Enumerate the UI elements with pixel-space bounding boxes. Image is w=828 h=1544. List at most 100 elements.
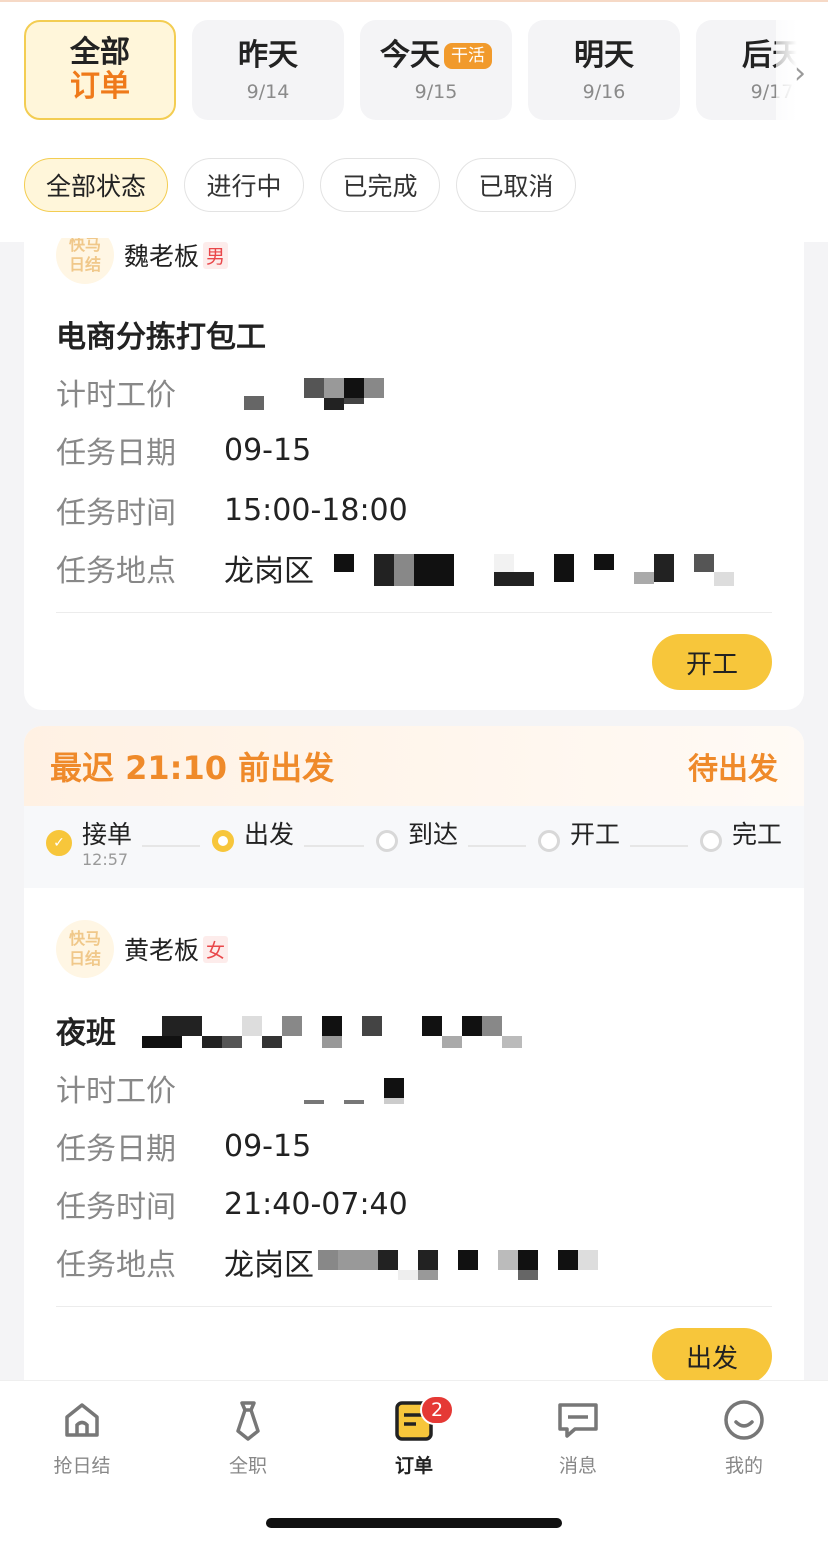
progress-line — [304, 845, 364, 847]
progress-line — [468, 845, 526, 847]
employer-info: 快马 日结 黄老板 女 — [56, 920, 229, 978]
time-label: 任务时间 — [56, 1190, 176, 1225]
step-finish: 完工 — [700, 820, 782, 852]
order-status: 待出发 — [688, 752, 778, 787]
time-value: 15:00-18:00 — [224, 492, 408, 528]
job-title: 电商分拣打包工 — [56, 320, 266, 355]
step-label: 到达 — [408, 820, 459, 849]
order-card[interactable]: 最迟 21:10 前出发 待出发 ✓ 接单 12:57 出发 到达 开工 完工 … — [24, 726, 804, 1406]
filter-in-progress[interactable]: 进行中 — [184, 158, 304, 212]
nav-messages[interactable]: 消息 — [528, 1395, 628, 1478]
chevron-right-icon[interactable]: › — [794, 56, 806, 91]
home-indicator — [266, 1518, 562, 1528]
progress-line — [630, 845, 688, 847]
employer-name: 魏老板 — [124, 242, 200, 271]
nav-grab-daily[interactable]: 抢日结 — [32, 1395, 132, 1478]
time-row: 任务时间 15:00-18:00 — [56, 488, 408, 532]
logo-text: 日结 — [68, 949, 101, 968]
order-card[interactable]: 快马 日结 魏老板 男 电商分拣打包工 计时工价 任务日期 09-15 任务时间… — [24, 238, 804, 710]
nav-profile[interactable]: 我的 — [694, 1395, 794, 1478]
tab-day-date: 9/16 — [582, 81, 626, 103]
job-title: 夜班 — [56, 1008, 540, 1052]
redacted-mosaic — [244, 378, 384, 410]
location-value: 龙岗区 — [224, 1248, 314, 1283]
tab-day-name: 明天 — [574, 38, 634, 73]
logo-text: 快马 — [68, 929, 101, 948]
tab-today[interactable]: 今天 干活 9/15 — [360, 20, 512, 120]
logo-text: 日结 — [68, 255, 101, 274]
nav-label: 抢日结 — [53, 1455, 111, 1477]
nav-full-time[interactable]: 全职 — [198, 1395, 298, 1478]
current-step-icon — [212, 830, 234, 852]
nav-label: 全职 — [228, 1455, 267, 1477]
time-value: 21:40-07:40 — [224, 1186, 408, 1222]
filter-all-status[interactable]: 全部状态 — [24, 158, 168, 212]
pending-step-icon — [538, 830, 560, 852]
step-label: 完工 — [732, 820, 783, 849]
redacted-mosaic — [304, 1078, 404, 1104]
status-filter-bar: 全部状态 进行中 已完成 已取消 — [0, 140, 828, 242]
location-row: 任务地点 龙岗区 — [56, 1240, 618, 1284]
wage-label: 计时工价 — [56, 1074, 176, 1109]
employer-info: 快马 日结 魏老板 男 — [56, 238, 229, 284]
employer-name: 黄老板 — [124, 936, 200, 965]
departure-deadline: 最迟 21:10 前出发 — [50, 749, 335, 787]
redacted-mosaic — [334, 554, 734, 586]
filter-completed[interactable]: 已完成 — [320, 158, 440, 212]
home-icon — [65, 1403, 99, 1437]
pending-step-icon — [700, 830, 722, 852]
location-value: 龙岗区 — [224, 554, 314, 589]
step-label: 接单 — [82, 820, 133, 849]
depart-button[interactable]: 出发 — [652, 1328, 772, 1384]
filter-cancelled[interactable]: 已取消 — [456, 158, 576, 212]
date-label: 任务日期 — [56, 436, 176, 471]
location-row: 任务地点 龙岗区 — [56, 546, 738, 590]
divider — [56, 612, 772, 613]
date-label: 任务日期 — [56, 1132, 176, 1167]
tab-day-date: 9/14 — [246, 81, 290, 103]
nav-label: 我的 — [724, 1455, 763, 1477]
tab-day-name: 昨天 — [238, 38, 298, 73]
date-row: 任务日期 09-15 — [56, 1124, 311, 1168]
start-work-button[interactable]: 开工 — [652, 634, 772, 690]
nav-label: 消息 — [558, 1455, 597, 1477]
redacted-mosaic — [318, 1250, 598, 1280]
date-value: 09-15 — [224, 432, 312, 468]
tab-all-orders[interactable]: 全部 订单 — [24, 20, 176, 120]
wage-label: 计时工价 — [56, 378, 176, 413]
wage-row: 计时工价 — [56, 1066, 428, 1110]
date-value: 09-15 — [224, 1128, 312, 1164]
time-label: 任务时间 — [56, 496, 176, 531]
time-row: 任务时间 21:40-07:40 — [56, 1182, 408, 1226]
top-edge — [0, 0, 828, 2]
departure-banner: 最迟 21:10 前出发 待出发 — [24, 726, 804, 806]
profile-icon — [724, 1400, 764, 1440]
work-badge: 干活 — [444, 43, 492, 69]
orders-count-badge: 2 — [420, 1395, 454, 1425]
check-icon: ✓ — [46, 830, 72, 856]
order-progress: ✓ 接单 12:57 出发 到达 开工 完工 — [24, 806, 804, 888]
step-accept: ✓ 接单 12:57 — [46, 820, 132, 869]
tab-yesterday[interactable]: 昨天 9/14 — [192, 20, 344, 120]
tab-day-name: 今天 — [380, 38, 440, 73]
divider — [56, 1306, 772, 1307]
wage-row: 计时工价 — [56, 370, 388, 414]
step-time: 12:57 — [82, 850, 129, 869]
nav-orders[interactable]: 2 订单 — [364, 1395, 464, 1478]
location-label: 任务地点 — [56, 554, 176, 589]
step-arrive: 到达 — [376, 820, 458, 852]
tab-tomorrow[interactable]: 明天 9/16 — [528, 20, 680, 120]
tab-all-line2: 订单 — [70, 69, 130, 104]
date-row: 任务日期 09-15 — [56, 428, 311, 472]
location-label: 任务地点 — [56, 1248, 176, 1283]
progress-line — [142, 845, 200, 847]
gender-tag: 男 — [203, 241, 229, 269]
tab-day-date: 9/15 — [414, 81, 458, 103]
gender-tag: 女 — [203, 935, 229, 963]
step-label: 出发 — [244, 820, 295, 849]
step-start: 开工 — [538, 820, 620, 852]
tab-all-line1: 全部 — [70, 35, 130, 70]
step-label: 开工 — [570, 820, 621, 849]
pending-step-icon — [376, 830, 398, 852]
message-icon — [558, 1403, 598, 1438]
